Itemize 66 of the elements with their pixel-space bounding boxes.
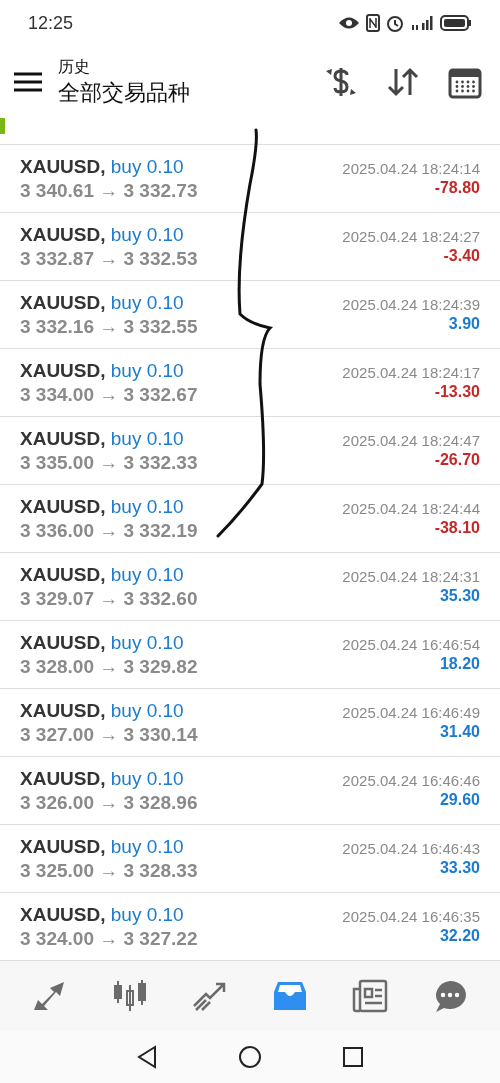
trade-profit: -26.70 <box>434 451 480 469</box>
trade-prices: 3 332.16 → 3 332.55 <box>20 315 198 338</box>
trade-title: XAUUSD, buy 0.10 <box>20 427 184 450</box>
inbox-icon <box>272 980 308 1012</box>
battery-icon <box>440 15 472 31</box>
home-button[interactable] <box>238 1045 262 1069</box>
trade-title: XAUUSD, buy 0.10 <box>20 903 184 926</box>
trade-prices: 3 334.00 → 3 332.67 <box>20 383 198 406</box>
trade-prices: 3 332.87 → 3 332.53 <box>20 247 198 270</box>
menu-button[interactable] <box>14 72 42 92</box>
nfc-icon <box>366 14 380 32</box>
trade-profit: 33.30 <box>439 859 480 877</box>
sort-button[interactable] <box>386 67 420 97</box>
trade-profit: 3.90 <box>448 315 480 333</box>
trade-profit: -13.30 <box>434 383 480 401</box>
trade-time: 2025.04.24 18:24:44 <box>342 500 480 517</box>
trade-time: 2025.04.24 18:24:39 <box>342 296 480 313</box>
trade-time: 2025.04.24 16:46:49 <box>342 704 480 721</box>
trade-prices: 3 336.00 → 3 332.19 <box>20 519 198 542</box>
trade-time: 2025.04.24 18:24:27 <box>342 228 480 245</box>
trade-title: XAUUSD, buy 0.10 <box>20 291 184 314</box>
trade-time: 2025.04.24 16:46:43 <box>342 840 480 857</box>
alarm-icon <box>386 14 404 32</box>
trade-profit: 18.20 <box>439 655 480 673</box>
trade-title: XAUUSD, buy 0.10 <box>20 631 184 654</box>
trade-prices: 3 328.00 → 3 329.82 <box>20 655 198 678</box>
trade-prices: 3 324.00 → 3 327.22 <box>20 927 198 950</box>
trade-time: 2025.04.24 16:46:54 <box>342 636 480 653</box>
status-time: 12:25 <box>28 12 74 34</box>
back-button[interactable] <box>136 1045 158 1069</box>
trade-prices: 3 329.07 → 3 332.60 <box>20 587 198 610</box>
trade-time: 2025.04.24 16:46:46 <box>342 772 480 789</box>
trade-prices: 3 327.00 → 3 330.14 <box>20 723 198 746</box>
signal-icon <box>410 15 434 31</box>
trade-title: XAUUSD, buy 0.10 <box>20 495 184 518</box>
trade-time: 2025.04.24 16:46:35 <box>342 908 480 925</box>
eye-icon <box>338 16 360 30</box>
screen-title: 历史 <box>58 56 91 77</box>
trade-profit: -3.40 <box>443 247 480 265</box>
trade-profit: 35.30 <box>439 587 480 605</box>
trade-title: XAUUSD, buy 0.10 <box>20 223 184 246</box>
recents-button[interactable] <box>342 1046 364 1068</box>
trade-prices: 3 325.00 → 3 328.33 <box>20 859 198 882</box>
trade-title: XAUUSD, buy 0.10 <box>20 767 184 790</box>
trade-time: 2025.04.24 18:24:31 <box>342 568 480 585</box>
trade-time: 2025.04.24 18:24:17 <box>342 364 480 381</box>
trade-profit: -38.10 <box>434 519 480 537</box>
trade-profit: 29.60 <box>439 791 480 809</box>
candlestick-icon <box>112 979 148 1013</box>
trade-profit: 31.40 <box>439 723 480 741</box>
trade-title: XAUUSD, buy 0.10 <box>20 699 184 722</box>
trade-title: XAUUSD, buy 0.10 <box>20 835 184 858</box>
currency-exchange-button[interactable] <box>324 65 358 99</box>
trade-time: 2025.04.24 18:24:47 <box>342 432 480 449</box>
trade-prices: 3 326.00 → 3 328.96 <box>20 791 198 814</box>
trend-icon <box>192 980 228 1012</box>
trade-title: XAUUSD, buy 0.10 <box>20 155 184 178</box>
trade-profit: 32.20 <box>439 927 480 945</box>
trade-profit: -78.80 <box>434 179 480 197</box>
trade-title: XAUUSD, buy 0.10 <box>20 359 184 382</box>
trade-time: 2025.04.24 18:24:14 <box>342 160 480 177</box>
trade-prices: 3 335.00 → 3 332.33 <box>20 451 198 474</box>
trade-title: XAUUSD, buy 0.10 <box>20 563 184 586</box>
symbol-filter[interactable]: 全部交易品种 <box>58 77 296 108</box>
newspaper-icon <box>352 979 388 1013</box>
trade-prices: 3 340.61 → 3 332.73 <box>20 179 198 202</box>
